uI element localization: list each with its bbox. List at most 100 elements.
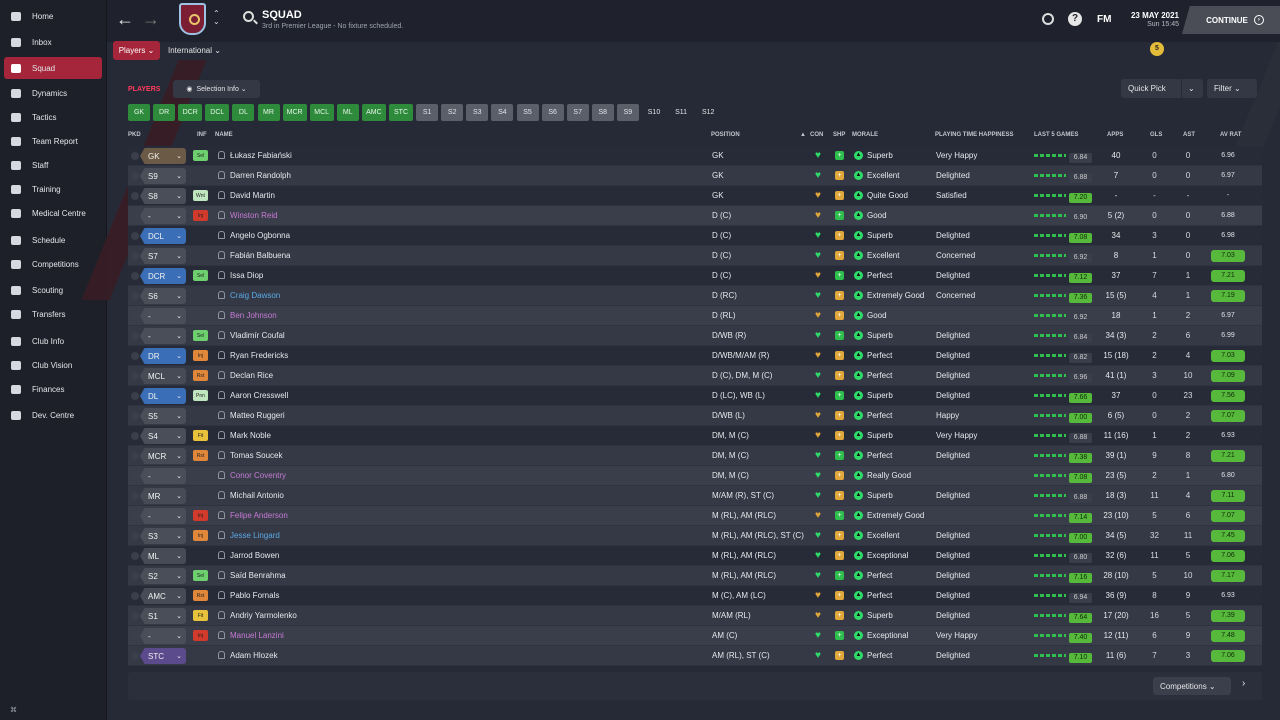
table-row[interactable]: AMC ⌄ Rst Pablo Fornals M (C), AM (LC) ♥ + ▲ Per… — [128, 586, 1262, 606]
role-selector[interactable]: - ⌄ — [140, 328, 186, 344]
forward-arrow-icon[interactable]: → — [142, 10, 160, 28]
table-row[interactable]: - ⌄ Inj Felipe Anderson M (RL), AM (RLC) ♥ + ▲ E… — [128, 506, 1262, 526]
role-selector[interactable]: S8 ⌄ — [140, 188, 186, 204]
position-button-mcr[interactable]: MCR — [282, 104, 307, 121]
sidebar-item-transfers[interactable]: Transfers — [4, 303, 102, 325]
position-button-s9[interactable]: S9 — [616, 104, 639, 121]
pick-radio[interactable] — [131, 512, 139, 520]
col-inf[interactable]: INF — [197, 132, 207, 138]
pick-radio[interactable] — [131, 472, 139, 480]
pick-radio[interactable] — [131, 492, 139, 500]
sidebar-item-team-report[interactable]: Team Report — [4, 130, 102, 152]
table-row[interactable]: - ⌄ Ben Johnson D (RL) ♥ + ▲ Good 6.92 18 1 2 6.97 — [128, 306, 1262, 326]
player-name[interactable]: Jesse Lingard — [230, 531, 280, 540]
position-button-gk[interactable]: GK — [128, 104, 150, 121]
role-selector[interactable]: S9 ⌄ — [140, 168, 186, 184]
role-selector[interactable]: DCR ⌄ — [140, 268, 186, 284]
role-selector[interactable]: - ⌄ — [140, 468, 186, 484]
role-selector[interactable]: - ⌄ — [140, 208, 186, 224]
pick-radio[interactable] — [131, 232, 139, 240]
role-selector[interactable]: S7 ⌄ — [140, 248, 186, 264]
pick-radio[interactable] — [131, 552, 139, 560]
fm-menu[interactable]: FM — [1097, 14, 1111, 25]
sidebar-item-dynamics[interactable]: Dynamics — [4, 82, 102, 104]
position-button-dcr[interactable]: DCR — [178, 104, 203, 121]
player-name[interactable]: Andriy Yarmolenko — [230, 611, 297, 620]
player-name[interactable]: David Martin — [230, 191, 275, 200]
position-button-stc[interactable]: STC — [389, 104, 413, 121]
player-name[interactable]: Jarrod Bowen — [230, 551, 279, 560]
col-apps[interactable]: APPS — [1107, 132, 1123, 138]
player-name[interactable]: Vladimír Coufal — [230, 331, 285, 340]
player-name[interactable]: Manuel Lanzini — [230, 631, 284, 640]
pick-radio[interactable] — [131, 572, 139, 580]
col-pkd[interactable]: PKD — [128, 132, 141, 138]
role-selector[interactable]: DCL ⌄ — [140, 228, 186, 244]
sort-arrow-icon[interactable]: ▲ — [800, 132, 806, 138]
filter-button[interactable]: Filter ⌄ — [1207, 79, 1257, 98]
player-name[interactable]: Ben Johnson — [230, 311, 277, 320]
position-button-dl[interactable]: DL — [232, 104, 255, 121]
pick-radio[interactable] — [131, 652, 139, 660]
role-selector[interactable]: MR ⌄ — [140, 488, 186, 504]
position-button-s12[interactable]: S12 — [696, 104, 720, 121]
role-selector[interactable]: GK ⌄ — [140, 148, 186, 164]
competitions-dropdown[interactable]: Competitions ⌄ — [1153, 677, 1231, 695]
pick-radio[interactable] — [131, 312, 139, 320]
role-selector[interactable]: MCR ⌄ — [140, 448, 186, 464]
next-arrow-icon[interactable]: › — [1242, 678, 1245, 689]
sidebar-item-squad[interactable]: Squad — [4, 57, 102, 79]
player-name[interactable]: Tomas Soucek — [230, 451, 282, 460]
position-button-s3[interactable]: S3 — [466, 104, 489, 121]
player-name[interactable]: Issa Diop — [230, 271, 263, 280]
role-selector[interactable]: S5 ⌄ — [140, 408, 186, 424]
player-name[interactable]: Craig Dawson — [230, 291, 280, 300]
player-name[interactable]: Fabián Balbuena — [230, 251, 291, 260]
table-row[interactable]: S5 ⌄ Matteo Ruggeri D/WB (L) ♥ + ▲ Perfect Happy… — [128, 406, 1262, 426]
table-row[interactable]: MR ⌄ Michail Antonio M/AM (R), ST (C) ♥ + ▲ Sup… — [128, 486, 1262, 506]
pick-radio[interactable] — [131, 392, 139, 400]
sidebar-item-inbox[interactable]: Inbox — [4, 31, 102, 53]
tab-players[interactable]: Players ⌄ — [113, 41, 160, 60]
role-selector[interactable]: S6 ⌄ — [140, 288, 186, 304]
sidebar-item-medical-centre[interactable]: Medical Centre — [4, 202, 102, 224]
pick-radio[interactable] — [131, 352, 139, 360]
pick-radio[interactable] — [131, 452, 139, 460]
table-row[interactable]: S4 ⌄ Fit Mark Noble DM, M (C) ♥ + ▲ Superb Very H… — [128, 426, 1262, 446]
table-row[interactable]: STC ⌄ Adam Hlozek AM (RL), ST (C) ♥ + ▲ Perfect… — [128, 646, 1262, 666]
player-name[interactable]: Saïd Benrahma — [230, 571, 286, 580]
player-name[interactable]: Michail Antonio — [230, 491, 284, 500]
club-switch-icon[interactable]: ⌃ ⌄ — [213, 10, 220, 26]
col-morale[interactable]: MORALE — [852, 132, 878, 138]
role-selector[interactable]: AMC ⌄ — [140, 588, 186, 604]
pick-radio[interactable] — [131, 252, 139, 260]
sidebar-item-training[interactable]: Training — [4, 178, 102, 200]
sidebar-item-tactics[interactable]: Tactics — [4, 106, 102, 128]
position-button-mr[interactable]: MR — [257, 104, 280, 121]
table-row[interactable]: S1 ⌄ Fit Andriy Yarmolenko M/AM (RL) ♥ + ▲ Super… — [128, 606, 1262, 626]
col-shp[interactable]: SHP — [833, 132, 845, 138]
table-row[interactable]: MCR ⌄ Rst Tomas Soucek DM, M (C) ♥ + ▲ Perfect De… — [128, 446, 1262, 466]
player-name[interactable]: Adam Hlozek — [230, 651, 278, 660]
role-selector[interactable]: - ⌄ — [140, 628, 186, 644]
pick-radio[interactable] — [131, 152, 139, 160]
player-name[interactable]: Ryan Fredericks — [230, 351, 288, 360]
pick-radio[interactable] — [131, 592, 139, 600]
sidebar-item-club-vision[interactable]: Club Vision — [4, 354, 102, 376]
sidebar-item-schedule[interactable]: Schedule — [4, 229, 102, 251]
position-button-amc[interactable]: AMC — [361, 104, 386, 121]
pick-radio[interactable] — [131, 192, 139, 200]
pick-radio[interactable] — [131, 272, 139, 280]
sidebar-item-club-info[interactable]: Club Info — [4, 330, 102, 352]
player-name[interactable]: Winston Reid — [230, 211, 278, 220]
selection-info-dropdown[interactable]: ◉ Selection Info ⌄ — [173, 80, 260, 98]
sidebar-item-dev-centre[interactable]: Dev. Centre — [4, 404, 102, 426]
col-con[interactable]: CON — [810, 132, 823, 138]
player-name[interactable]: Łukasz Fabiański — [230, 151, 292, 160]
table-row[interactable]: - ⌄ Sel Vladimír Coufal D/WB (R) ♥ + ▲ Superb Del… — [128, 326, 1262, 346]
position-button-s6[interactable]: S6 — [541, 104, 564, 121]
pick-radio[interactable] — [131, 632, 139, 640]
position-button-dr[interactable]: DR — [153, 104, 176, 121]
col-name[interactable]: NAME — [215, 132, 233, 138]
pick-radio[interactable] — [131, 532, 139, 540]
